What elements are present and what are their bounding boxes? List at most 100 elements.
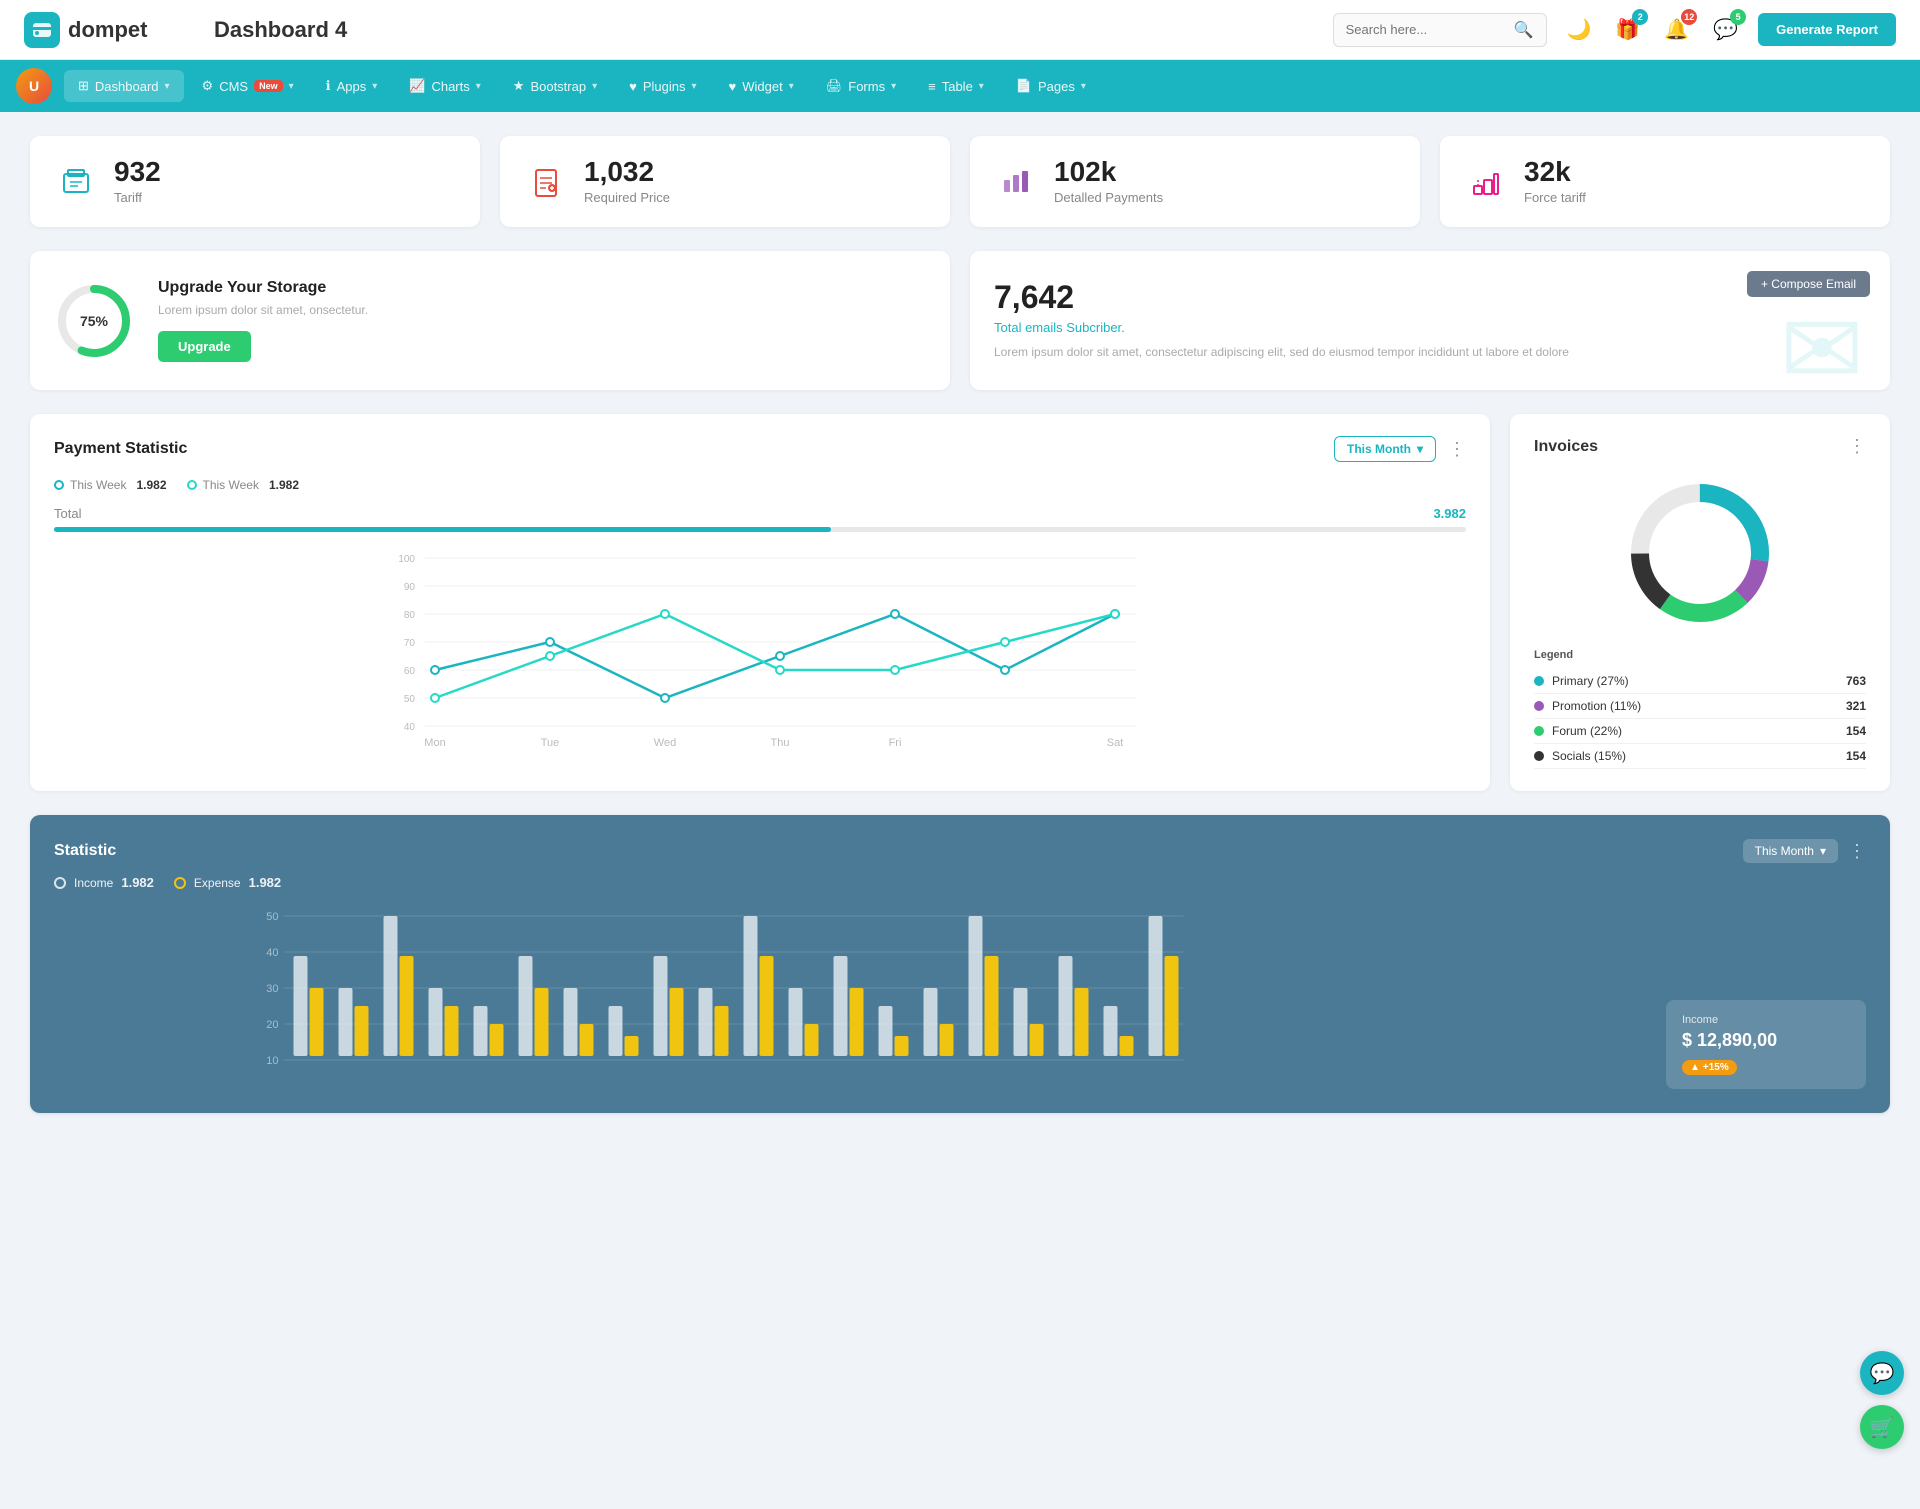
- invoices-card: Invoices ⋮ Legend Primary (27%): [1510, 414, 1890, 791]
- total-row: Total 3.982: [54, 506, 1466, 521]
- invoice-item-promo: Promotion (11%) 321: [1534, 694, 1866, 719]
- email-count: 7,642: [994, 279, 1866, 316]
- widget-chevron: ▾: [789, 81, 794, 92]
- svg-text:40: 40: [266, 947, 278, 959]
- svg-text:Wed: Wed: [654, 737, 676, 748]
- nav-item-cms[interactable]: ⚙ CMS New ▾: [188, 70, 308, 102]
- svg-text:Fri: Fri: [889, 737, 902, 748]
- price-info: 1,032 Required Price: [584, 158, 670, 205]
- nav-item-table[interactable]: ≡ Table ▾: [914, 71, 998, 102]
- statistic-dots-btn[interactable]: ⋮: [1848, 841, 1866, 862]
- payment-statistic-card: Payment Statistic This Month ▾ ⋮ This We…: [30, 414, 1490, 791]
- widget-icon: ♥: [729, 79, 737, 94]
- compose-email-btn[interactable]: + Compose Email: [1747, 271, 1870, 297]
- statistic-card: Statistic This Month ▾ ⋮ Income 1.982 Ex…: [30, 815, 1890, 1113]
- promo-dot: [1534, 701, 1544, 711]
- socials-count: 154: [1846, 749, 1866, 763]
- plugins-icon: ♥: [629, 79, 637, 94]
- svg-text:30: 30: [266, 983, 278, 995]
- month-selector[interactable]: This Month ▾: [1334, 436, 1436, 462]
- bar-chart-svg: 50 40 30 20 10: [54, 906, 1413, 1086]
- search-bar[interactable]: 🔍: [1333, 13, 1547, 47]
- income-detail-box: Income $ 12,890,00 ▲ +15%: [1666, 1000, 1866, 1089]
- line-chart-svg: 100 90 80 70 60 50 40: [54, 548, 1466, 748]
- svg-text:Thu: Thu: [771, 737, 790, 748]
- upgrade-donut: 75%: [54, 281, 134, 361]
- socials-dot: [1534, 751, 1544, 761]
- float-buttons: 💬 🛒: [1860, 1351, 1904, 1449]
- header-right: 🔍 🌙 🎁 2 🔔 12 💬 5 Generate Report: [1333, 13, 1896, 47]
- nav-avatar: U: [16, 68, 52, 104]
- payment-progress: [54, 527, 1466, 532]
- gift-icon-btn[interactable]: 🎁 2: [1611, 13, 1644, 46]
- force-value: 32k: [1524, 158, 1586, 186]
- legend-dot-1: [187, 480, 197, 490]
- svg-text:90: 90: [404, 582, 416, 593]
- page-title: Dashboard 4: [214, 17, 1333, 43]
- upgrade-percent: 75%: [80, 313, 108, 329]
- line-chart-container: 100 90 80 70 60 50 40: [54, 548, 1466, 751]
- forum-dot: [1534, 726, 1544, 736]
- chat-icon-btn[interactable]: 💬 5: [1709, 13, 1742, 46]
- svg-text:80: 80: [404, 610, 416, 621]
- bell-icon-btn[interactable]: 🔔 12: [1660, 13, 1693, 46]
- float-chat-btn[interactable]: 💬: [1860, 1351, 1904, 1395]
- theme-toggle-btn[interactable]: 🌙: [1563, 13, 1596, 46]
- invoice-item-forum: Forum (22%) 154: [1534, 719, 1866, 744]
- float-cart-btn[interactable]: 🛒: [1860, 1405, 1904, 1449]
- income-dot: [54, 877, 66, 889]
- email-card: + Compose Email 7,642 Total emails Subcr…: [970, 251, 1890, 390]
- nav-item-plugins[interactable]: ♥ Plugins ▾: [615, 71, 710, 102]
- upgrade-title: Upgrade Your Storage: [158, 279, 368, 297]
- header: dompet Dashboard 4 🔍 🌙 🎁 2 🔔 12 💬 5 Gene…: [0, 0, 1920, 60]
- dashboard-chevron: ▾: [165, 81, 170, 92]
- svg-text:Sat: Sat: [1107, 737, 1124, 748]
- nav-item-forms[interactable]: 🖨 Forms ▾: [812, 70, 910, 102]
- search-input[interactable]: [1346, 22, 1506, 37]
- invoice-legend-title: Legend: [1534, 649, 1866, 661]
- payments-icon: [994, 160, 1038, 204]
- upgrade-btn[interactable]: Upgrade: [158, 331, 251, 362]
- bell-badge: 12: [1681, 9, 1697, 25]
- price-icon: [524, 160, 568, 204]
- bootstrap-icon: ★: [513, 78, 525, 94]
- pages-chevron: ▾: [1081, 81, 1086, 92]
- nav-item-apps[interactable]: ℹ Apps ▾: [312, 70, 392, 102]
- force-info: 32k Force tariff: [1524, 158, 1586, 205]
- plugins-chevron: ▾: [691, 81, 696, 92]
- income-item: Income 1.982: [54, 875, 154, 890]
- cms-chevron: ▾: [289, 81, 294, 92]
- payments-label: Detalled Payments: [1054, 190, 1163, 205]
- tariff-value: 932: [114, 158, 161, 186]
- up-arrow-icon: ▲: [1690, 1062, 1700, 1073]
- statistic-month-btn[interactable]: This Month ▾: [1743, 839, 1838, 863]
- payments-value: 102k: [1054, 158, 1163, 186]
- nav-item-dashboard[interactable]: ⊞ Dashboard ▾: [64, 70, 184, 102]
- nav-item-pages[interactable]: 📄 Pages ▾: [1002, 70, 1100, 102]
- chat-badge: 5: [1730, 9, 1746, 25]
- forum-count: 154: [1846, 724, 1866, 738]
- tariff-icon: [54, 160, 98, 204]
- apps-chevron: ▾: [372, 81, 377, 92]
- upgrade-card: 75% Upgrade Your Storage Lorem ipsum dol…: [30, 251, 950, 390]
- force-label: Force tariff: [1524, 190, 1586, 205]
- statistic-title: Statistic: [54, 842, 116, 860]
- price-value: 1,032: [584, 158, 670, 186]
- income-expense-row: Income 1.982 Expense 1.982: [54, 875, 1866, 890]
- invoice-item-socials: Socials (15%) 154: [1534, 744, 1866, 769]
- invoices-dots-btn[interactable]: ⋮: [1848, 436, 1866, 457]
- forms-chevron: ▾: [891, 81, 896, 92]
- svg-text:20: 20: [266, 1019, 278, 1031]
- legend-item-0: This Week 1.982: [54, 478, 167, 492]
- nav-item-widget[interactable]: ♥ Widget ▾: [715, 71, 808, 102]
- nav-bar: U ⊞ Dashboard ▾ ⚙ CMS New ▾ ℹ Apps ▾ 📈 C…: [0, 60, 1920, 112]
- forms-icon: 🖨: [826, 78, 843, 94]
- payment-legend: This Week 1.982 This Week 1.982: [54, 478, 1466, 492]
- generate-report-btn[interactable]: Generate Report: [1758, 13, 1896, 46]
- payment-progress-inner: [54, 527, 831, 532]
- total-label: Total: [54, 506, 81, 521]
- nav-item-bootstrap[interactable]: ★ Bootstrap ▾: [499, 70, 611, 102]
- payment-dots-btn[interactable]: ⋮: [1448, 439, 1466, 460]
- nav-item-charts[interactable]: 📈 Charts ▾: [395, 70, 495, 102]
- logo-icon: [24, 12, 60, 48]
